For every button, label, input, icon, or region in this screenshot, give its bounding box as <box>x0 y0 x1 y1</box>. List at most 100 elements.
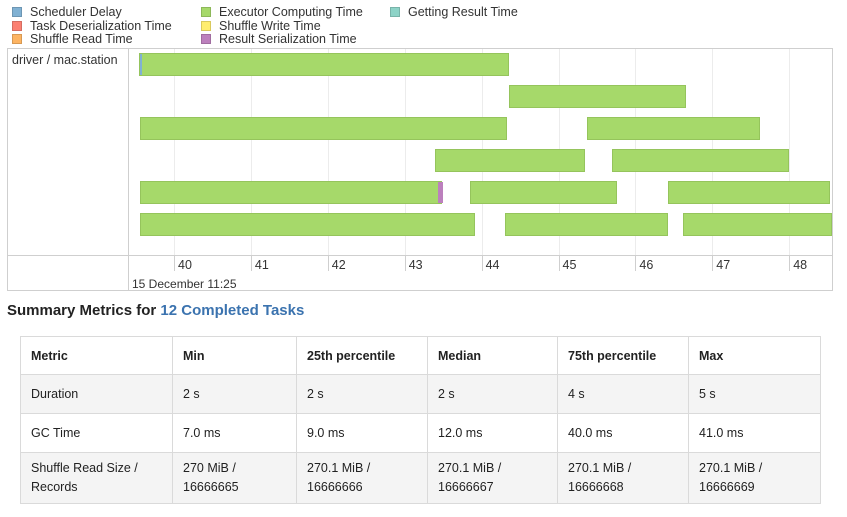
column-header-max[interactable]: Max <box>688 336 821 375</box>
timeline-tick-label: 40 <box>178 258 192 272</box>
metric-name: Shuffle Read Size / Records <box>20 452 173 504</box>
timeline-tick-label: 42 <box>331 258 346 272</box>
legend-item-shuffle-read-time: Shuffle Read Time <box>12 32 133 46</box>
result-serialization-segment <box>437 182 443 203</box>
metric-value-max: 5 s <box>688 374 821 414</box>
timeline-tick <box>789 255 791 271</box>
task-bar[interactable] <box>504 213 668 236</box>
timeline-legend: Scheduler Delay Task Deserialization Tim… <box>0 0 847 46</box>
metric-name: GC Time <box>20 413 173 453</box>
metric-value-75th: 270.1 MiB / 16666668 <box>557 452 689 504</box>
timeline-tick <box>250 255 252 271</box>
metric-value-max: 270.1 MiB / 16666669 <box>688 452 821 504</box>
legend-label: Shuffle Write Time <box>219 19 321 33</box>
table-row-shuffle-read: Shuffle Read Size / Records 270 MiB / 1666… <box>20 452 821 504</box>
legend-label: Task Deserialization Time <box>30 19 172 33</box>
task-bar[interactable] <box>138 53 509 76</box>
legend-swatch-executor-computing-time <box>201 7 211 17</box>
metric-value-25th: 270.1 MiB / 16666666 <box>296 452 428 504</box>
records-value: 16666668 <box>568 480 624 494</box>
completed-tasks-link[interactable]: 12 Completed Tasks <box>160 302 304 319</box>
timeline-tick <box>558 255 560 271</box>
size-value: 270.1 MiB / <box>438 461 502 475</box>
records-value: 16666665 <box>183 480 239 494</box>
legend-label: Result Serialization Time <box>219 32 357 46</box>
legend-swatch-result-serialization-time <box>201 34 211 44</box>
timeline-tick <box>635 255 637 271</box>
legend-swatch-shuffle-write-time <box>201 21 211 31</box>
column-header-min[interactable]: Min <box>172 336 297 375</box>
task-bar[interactable] <box>140 117 507 140</box>
metric-name-line1: Shuffle Read Size / <box>31 461 138 475</box>
metric-value-min: 2 s <box>172 374 297 414</box>
legend-swatch-shuffle-read-time <box>12 34 22 44</box>
task-bar[interactable] <box>434 149 586 172</box>
metric-value-median: 12.0 ms <box>427 413 558 453</box>
size-value: 270.1 MiB / <box>699 461 763 475</box>
timeline-date-label: 15 December 11:25 <box>132 277 237 291</box>
legend-label: Getting Result Time <box>408 5 518 19</box>
column-header-metric[interactable]: Metric <box>20 336 173 375</box>
task-bar[interactable] <box>667 181 830 204</box>
legend-item-executor-computing-time: Executor Computing Time <box>201 5 363 19</box>
column-header-25th-percentile[interactable]: 25th percentile <box>296 336 428 375</box>
table-row-gc-time: GC Time 7.0 ms 9.0 ms 12.0 ms 40.0 ms 41… <box>20 413 821 453</box>
size-value: 270.1 MiB / <box>307 461 371 475</box>
column-header-75th-percentile[interactable]: 75th percentile <box>557 336 689 375</box>
legend-item-task-deserialization-time: Task Deserialization Time <box>12 19 172 33</box>
legend-label: Executor Computing Time <box>219 5 363 19</box>
task-bar[interactable] <box>140 213 475 236</box>
records-value: 16666667 <box>438 480 494 494</box>
metric-value-75th: 40.0 ms <box>557 413 689 453</box>
task-bar[interactable] <box>140 181 443 204</box>
timeline-tick <box>712 255 714 271</box>
metric-value-min: 270 MiB / 16666665 <box>172 452 297 504</box>
timeline-tick-label: 43 <box>408 258 423 272</box>
summary-metrics-table: Metric Min 25th percentile Median 75th p… <box>20 336 821 504</box>
legend-item-getting-result-time: Getting Result Time <box>390 5 518 19</box>
timeline-tick <box>174 255 175 271</box>
timeline-tick-label: 44 <box>485 258 500 272</box>
records-value: 16666669 <box>699 480 755 494</box>
task-bar[interactable] <box>683 213 832 236</box>
executor-label: driver / mac.station <box>12 53 118 67</box>
legend-item-result-serialization-time: Result Serialization Time <box>201 32 357 46</box>
legend-swatch-task-deserialization-time <box>12 21 22 31</box>
metric-value-median: 2 s <box>427 374 558 414</box>
size-value: 270 MiB / <box>183 461 236 475</box>
task-bar[interactable] <box>470 181 617 204</box>
column-header-median[interactable]: Median <box>427 336 558 375</box>
timeline-tick <box>327 255 329 271</box>
timeline-axis-divider <box>8 255 832 256</box>
legend-label: Shuffle Read Time <box>30 32 133 46</box>
metric-name: Duration <box>20 374 173 414</box>
scheduler-delay-segment <box>139 54 142 75</box>
task-bar[interactable] <box>586 117 760 140</box>
size-value: 270.1 MiB / <box>568 461 632 475</box>
table-row-duration: Duration 2 s 2 s 2 s 4 s 5 s <box>20 374 821 414</box>
metric-name-line2: Records <box>31 480 78 494</box>
legend-swatch-scheduler-delay <box>12 7 22 17</box>
legend-item-shuffle-write-time: Shuffle Write Time <box>201 19 321 33</box>
task-bar[interactable] <box>612 149 790 172</box>
metric-value-median: 270.1 MiB / 16666667 <box>427 452 558 504</box>
records-value: 16666666 <box>307 480 363 494</box>
timeline-tick <box>481 255 483 271</box>
metric-value-max: 41.0 ms <box>688 413 821 453</box>
legend-item-scheduler-delay: Scheduler Delay <box>12 5 122 19</box>
timeline-tick-label: 48 <box>793 258 808 272</box>
task-bar[interactable] <box>508 85 687 108</box>
metric-value-25th: 9.0 ms <box>296 413 428 453</box>
task-timeline[interactable]: driver / mac.station 40 41 42 43 44 45 46 47 48 … <box>7 48 833 291</box>
metric-value-75th: 4 s <box>557 374 689 414</box>
timeline-tick-label: 45 <box>562 258 577 272</box>
timeline-tick-label: 41 <box>254 258 269 272</box>
legend-swatch-getting-result-time <box>390 7 400 17</box>
timeline-tick <box>404 255 406 271</box>
timeline-tick-label: 47 <box>716 258 731 272</box>
legend-label: Scheduler Delay <box>30 5 122 19</box>
metric-value-25th: 2 s <box>296 374 428 414</box>
metric-value-min: 7.0 ms <box>172 413 297 453</box>
timeline-label-divider <box>128 49 129 290</box>
summary-metrics-title: Summary Metrics for 12 Completed Tasks <box>7 302 304 319</box>
